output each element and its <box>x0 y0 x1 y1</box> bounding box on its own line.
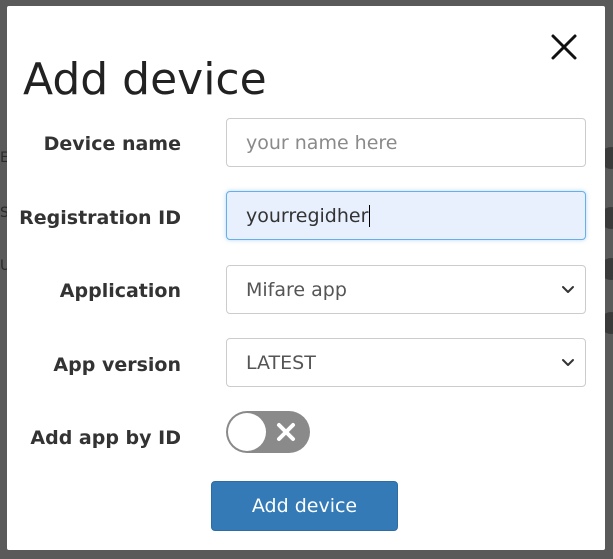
close-icon <box>277 423 295 441</box>
chevron-down-icon <box>561 285 575 295</box>
toggle-knob <box>228 413 266 451</box>
text-caret <box>369 204 371 227</box>
app-version-select[interactable]: LATEST <box>226 338 586 387</box>
device-name-placeholder: your name here <box>246 131 398 154</box>
add-app-by-id-toggle[interactable] <box>226 411 310 453</box>
chevron-down-icon <box>561 358 575 368</box>
close-button[interactable] <box>547 30 581 64</box>
add-app-by-id-label: Add app by ID <box>30 427 181 449</box>
app-version-label: App version <box>53 354 181 376</box>
application-selected: Mifare app <box>246 278 347 301</box>
add-device-button[interactable]: Add device <box>211 481 398 531</box>
close-icon <box>551 34 577 60</box>
application-label: Application <box>59 280 181 302</box>
device-name-label: Device name <box>43 133 181 155</box>
app-version-selected: LATEST <box>246 351 316 374</box>
add-device-modal: Add device Device name your name here Re… <box>7 6 605 550</box>
registration-id-value: yourregidher <box>246 204 369 227</box>
modal-title: Add device <box>23 54 267 105</box>
application-select[interactable]: Mifare app <box>226 265 586 314</box>
registration-id-label: Registration ID <box>19 207 181 229</box>
device-name-input[interactable]: your name here <box>226 118 586 167</box>
registration-id-input[interactable]: yourregidher <box>226 191 586 240</box>
